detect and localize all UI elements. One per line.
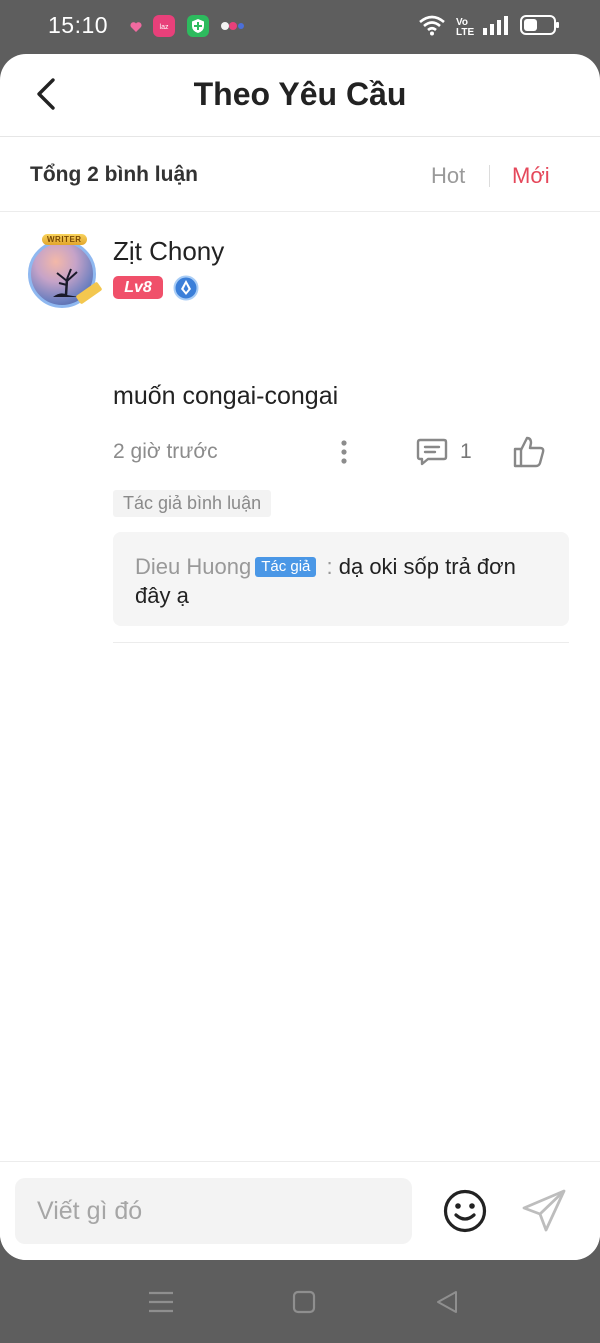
more-vertical-icon <box>341 440 347 464</box>
reply-box[interactable]: Dieu Huong Tác giả : dạ oki sốp trả đơn đ… <box>113 532 569 626</box>
comment-input-bar <box>0 1161 600 1260</box>
notification-icons: laz <box>130 14 246 43</box>
author-comment-label: Tác giả bình luận <box>113 490 272 517</box>
signal-icon <box>482 14 510 41</box>
comment-input[interactable] <box>15 1178 412 1244</box>
rank-icon <box>173 275 199 301</box>
status-bar: 15:10 laz Vo LTE <box>0 0 600 54</box>
system-icons: Vo LTE <box>418 14 560 41</box>
author-tag: Tác giả <box>255 557 317 577</box>
dot-app-icon <box>220 19 246 38</box>
comment-bubble-icon <box>416 438 448 466</box>
lazada-app-icon: laz <box>152 14 176 43</box>
comment-divider <box>113 642 569 643</box>
sort-new-tab[interactable]: Mới <box>512 163 550 189</box>
thumbs-up-icon <box>513 436 545 468</box>
comment-time: 2 giờ trước <box>113 440 218 463</box>
battery-icon <box>520 14 560 41</box>
heart-icon <box>130 20 142 38</box>
reply-separator: : <box>320 554 339 579</box>
smiley-icon <box>443 1189 487 1233</box>
svg-text:laz: laz <box>160 24 169 31</box>
page-title: Theo Yêu Cầu <box>193 76 407 112</box>
avatar[interactable]: WRITER <box>24 232 104 312</box>
comments-sheet: Theo Yêu Cầu Tổng 2 bình luận Hot Mới WR… <box>0 54 600 1260</box>
wifi-icon <box>418 14 446 41</box>
reply-count: 1 <box>460 440 472 463</box>
recent-apps-button[interactable] <box>141 1282 181 1322</box>
writer-badge: WRITER <box>42 234 87 245</box>
reply-author[interactable]: Dieu Huong <box>135 554 251 579</box>
comment-text: muốn congai-congai <box>113 382 339 410</box>
system-nav-bar <box>0 1260 600 1343</box>
send-icon <box>522 1189 566 1232</box>
total-comments: Tổng 2 bình luận <box>30 163 198 186</box>
shield-app-icon <box>186 14 210 43</box>
level-badge: Lv8 <box>113 276 163 299</box>
send-button[interactable] <box>520 1188 568 1234</box>
home-button[interactable] <box>284 1282 324 1322</box>
volte-icon: Vo LTE <box>456 16 475 38</box>
like-button[interactable] <box>512 435 546 469</box>
system-back-button[interactable] <box>427 1282 467 1322</box>
more-options-button[interactable] <box>332 438 356 466</box>
home-square-icon <box>292 1290 316 1314</box>
sort-divider <box>489 165 490 187</box>
reply-button[interactable]: 1 <box>416 436 472 468</box>
comment-username[interactable]: Zịt Chony <box>113 236 224 267</box>
status-time: 15:10 <box>48 12 109 38</box>
header: Theo Yêu Cầu <box>0 54 600 137</box>
emoji-button[interactable] <box>442 1188 488 1234</box>
sort-hot-tab[interactable]: Hot <box>431 163 465 189</box>
back-triangle-icon <box>437 1291 457 1313</box>
comment-sort-bar: Tổng 2 bình luận Hot Mới <box>0 137 600 212</box>
menu-icon <box>149 1291 173 1313</box>
